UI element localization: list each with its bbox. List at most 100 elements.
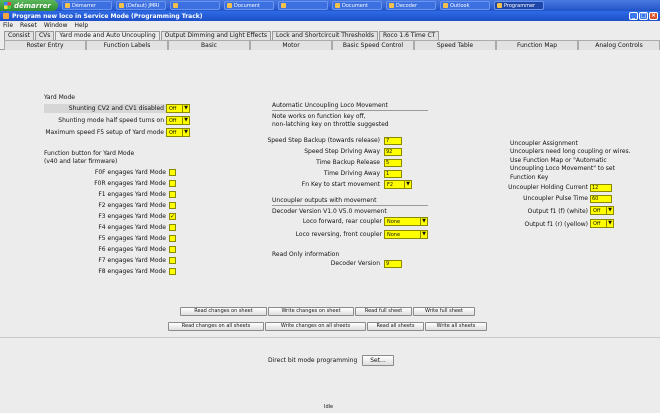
tab-analog-controls[interactable]: Analog Controls <box>578 40 660 50</box>
tab-roco-time[interactable]: Roco 1.6 Time CT <box>378 31 440 40</box>
loco-reversing-select[interactable]: None ▼ <box>384 230 428 239</box>
fn-key-label: Fn Key to start movement <box>301 181 380 188</box>
set-mode-button[interactable]: Set... <box>362 355 394 366</box>
tab-consist[interactable]: Consist <box>4 31 34 40</box>
taskbar-item[interactable]: Decoder <box>386 1 436 10</box>
fn-yard-checkbox[interactable] <box>169 224 176 231</box>
fn-yard-checkbox[interactable] <box>169 235 176 242</box>
maximize-icon[interactable]: □ <box>639 12 648 20</box>
holding-current-input[interactable]: 12 <box>590 184 612 192</box>
window-title-bar[interactable]: Program new loco in Service Mode (Progra… <box>0 11 660 21</box>
output-white-label: Output f1 (f) (white) <box>527 208 588 215</box>
chevron-down-icon: ▼ <box>182 117 189 124</box>
auto-uncoupling-header: Automatic Uncoupling Loco Movement <box>272 102 388 109</box>
tab-output-dimming[interactable]: Output Dimming and Light Effects <box>160 31 272 40</box>
yard-row-select[interactable]: Off ▼ <box>166 116 190 125</box>
time-backup-release-label: Time Backup Release <box>316 159 380 166</box>
menu-window[interactable]: Window <box>44 22 68 29</box>
taskbar-item[interactable] <box>278 1 328 10</box>
write-changes-sheet-button[interactable]: Write changes on sheet <box>268 307 354 316</box>
fn-yard-label: F1 engages Yard Mode <box>98 191 166 198</box>
start-label: démarrer <box>14 1 51 10</box>
menu-help[interactable]: Help <box>74 22 88 29</box>
write-all-sheets-button[interactable]: Write all sheets <box>425 322 487 331</box>
taskbar-item[interactable]: Démarrer <box>62 1 112 10</box>
read-only-header: Read Only information <box>272 251 340 258</box>
read-all-sheets-button[interactable]: Read all sheets <box>367 322 424 331</box>
fn-yard-checkbox[interactable] <box>169 169 176 176</box>
yard-row-label: Shunting mode half speed turns on <box>58 117 164 124</box>
uncoupler-note: Use Function Map or "Automatic <box>510 157 607 164</box>
fn-yard-checkbox[interactable] <box>169 191 176 198</box>
taskbar-item[interactable]: (Defaut) JMRI <box>116 1 166 10</box>
menu-reset[interactable]: Reset <box>20 22 37 29</box>
taskbar-item-active[interactable]: Programmer <box>494 1 544 10</box>
tab-lock-thresholds[interactable]: Lock and Shortcircuit Thresholds <box>272 31 378 40</box>
tab-yard-mode[interactable]: Yard mode and Auto Uncoupling <box>55 31 160 40</box>
pulse-time-input[interactable]: 60 <box>590 195 612 203</box>
taskbar-item[interactable]: Document <box>332 1 382 10</box>
uncoupler-note: Uncouplers need long coupling or wires. <box>510 148 631 155</box>
tab-function-labels[interactable]: Function Labels <box>86 40 168 50</box>
app-icon <box>119 3 124 8</box>
start-button[interactable]: démarrer <box>0 0 58 11</box>
minimize-icon[interactable]: _ <box>629 12 638 20</box>
time-backup-release-input[interactable]: 5 <box>384 159 402 167</box>
function-button-subheader: (v40 and later firmware) <box>44 158 118 165</box>
time-driving-away-input[interactable]: 1 <box>384 170 402 178</box>
loco-forward-label: Loco forward, rear coupler <box>302 218 382 225</box>
chevron-down-icon: ▼ <box>420 218 427 225</box>
tab-cvs[interactable]: CVs <box>34 31 55 40</box>
close-icon[interactable]: × <box>649 12 658 20</box>
fn-yard-checkbox[interactable] <box>169 246 176 253</box>
fn-yard-checkbox[interactable] <box>169 268 176 275</box>
menu-file[interactable]: File <box>3 22 13 29</box>
tab-speed-table[interactable]: Speed Table <box>414 40 496 50</box>
tab-basic[interactable]: Basic <box>168 40 250 50</box>
yard-mode-header: Yard Mode <box>44 94 75 101</box>
programming-mode-label: Direct bit mode programming <box>268 357 358 364</box>
fn-key-select[interactable]: F2 ▼ <box>384 180 412 189</box>
output-white-select[interactable]: Off ▼ <box>590 206 614 215</box>
fn-yard-checkbox[interactable] <box>169 257 176 264</box>
speed-step-backup-label: Speed Step Backup (towards release) <box>267 137 380 144</box>
fn-yard-checkbox[interactable]: ✓ <box>169 213 176 220</box>
app-icon <box>443 3 448 8</box>
tab-function-map[interactable]: Function Map <box>496 40 578 50</box>
tab-motor[interactable]: Motor <box>250 40 332 50</box>
taskbar-item[interactable]: Document <box>224 1 274 10</box>
tab-basic-speed-control[interactable]: Basic Speed Control <box>332 40 414 50</box>
yard-mode-panel: Yard Mode Shunting CV2 and CV1 disabled … <box>4 51 656 301</box>
window-title: Program new loco in Service Mode (Progra… <box>12 12 203 20</box>
taskbar-item[interactable]: Outlook <box>440 1 490 10</box>
read-changes-all-button[interactable]: Read changes on all sheets <box>168 322 264 331</box>
speed-step-away-input[interactable]: 92 <box>384 148 402 156</box>
app-icon <box>281 3 286 8</box>
yard-row-select[interactable]: Off ▼ <box>166 128 190 137</box>
speed-step-backup-input[interactable]: 7 <box>384 137 402 145</box>
fn-yard-label: F0R engages Yard Mode <box>94 180 166 187</box>
read-full-sheet-button[interactable]: Read full sheet <box>355 307 412 316</box>
loco-forward-select[interactable]: None ▼ <box>384 217 428 226</box>
decoder-version-subheader: Decoder Version V1.0 V5.0 movement <box>272 208 387 215</box>
app-icon <box>227 3 232 8</box>
app-icon <box>497 3 502 8</box>
app-icon <box>335 3 340 8</box>
output-yellow-select[interactable]: Off ▼ <box>590 219 614 228</box>
fn-yard-checkbox[interactable] <box>169 180 176 187</box>
uncoupler-note: Uncoupling Loco Movement" to set <box>510 165 615 172</box>
fn-yard-label: F6 engages Yard Mode <box>98 246 166 253</box>
menu-bar: File Reset Window Help <box>0 21 660 30</box>
chevron-down-icon: ▼ <box>606 207 613 214</box>
yard-row-select[interactable]: Off ▼ <box>166 104 190 113</box>
output-yellow-label: Output f1 (r) (yellow) <box>524 221 588 228</box>
yard-row-label: Maximum speed F5 setup of Yard mode <box>45 129 164 136</box>
taskbar-item[interactable] <box>170 1 220 10</box>
tab-roster-entry[interactable]: Roster Entry <box>4 40 86 50</box>
fn-yard-checkbox[interactable] <box>169 202 176 209</box>
write-full-sheet-button[interactable]: Write full sheet <box>413 307 475 316</box>
fn-yard-label: F4 engages Yard Mode <box>98 224 166 231</box>
read-changes-sheet-button[interactable]: Read changes on sheet <box>180 307 267 316</box>
write-changes-all-button[interactable]: Write changes on all sheets <box>265 322 366 331</box>
decoder-version-label: Decoder Version <box>330 260 380 267</box>
